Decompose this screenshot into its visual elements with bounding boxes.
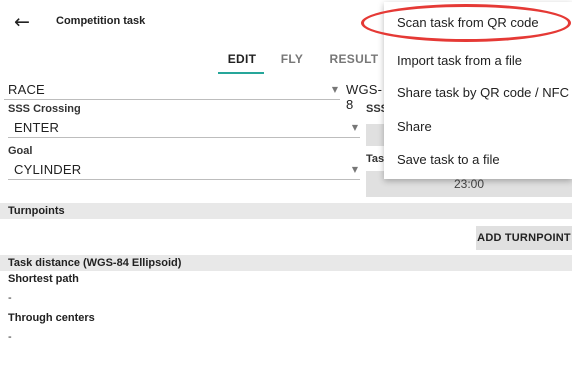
task-distance-header: Task distance (WGS-84 Ellipsoid) [0,255,572,271]
through-centers-value: - [8,331,12,343]
active-tab-indicator [218,72,264,74]
menu-item-share[interactable]: Share [397,119,432,134]
turnpoints-header: Turnpoints [0,203,572,219]
dropdown-arrow-icon: ▼ [351,123,358,132]
menu-item-scan-qr[interactable]: Scan task from QR code [397,15,539,30]
task-deadline-value: 23:00 [453,177,485,191]
overflow-menu: Scan task from QR code Import task from … [384,2,572,179]
shortest-path-value: - [8,292,12,304]
tab-result[interactable]: RESULT [326,52,382,74]
menu-item-share-qr-nfc[interactable]: Share task by QR code / NFC [397,85,569,100]
task-distance-header-label: Task distance (WGS-84 Ellipsoid) [8,257,182,269]
sss-time-field[interactable] [366,124,386,146]
turnpoints-header-label: Turnpoints [8,205,65,217]
goal-label: Goal [8,145,33,157]
goal-dropdown[interactable]: CYLINDER ▼ [8,160,360,180]
menu-item-save-file[interactable]: Save task to a file [397,152,500,167]
sss-crossing-value: ENTER [14,120,60,135]
page-title: Competition task [56,15,146,27]
task-type-value: RACE [8,82,45,97]
tab-fly[interactable]: FLY [276,52,308,74]
goal-value: CYLINDER [14,162,82,177]
shortest-path-label: Shortest path [8,273,79,285]
back-arrow-icon[interactable]: ← [14,9,40,35]
dropdown-arrow-icon: ▼ [351,165,358,174]
through-centers-label: Through centers [8,312,95,324]
tab-edit[interactable]: EDIT [222,52,262,74]
sss-crossing-label: SSS Crossing [8,103,81,115]
add-turnpoint-button[interactable]: ADD TURNPOINT [476,226,572,250]
menu-item-import-file[interactable]: Import task from a file [397,53,522,68]
sss-crossing-dropdown[interactable]: ENTER ▼ [8,118,360,138]
task-type-dropdown[interactable]: RACE ▼ [4,80,340,100]
geoid-dropdown[interactable]: WGS-8 [344,80,388,112]
dropdown-arrow-icon: ▼ [331,85,338,94]
